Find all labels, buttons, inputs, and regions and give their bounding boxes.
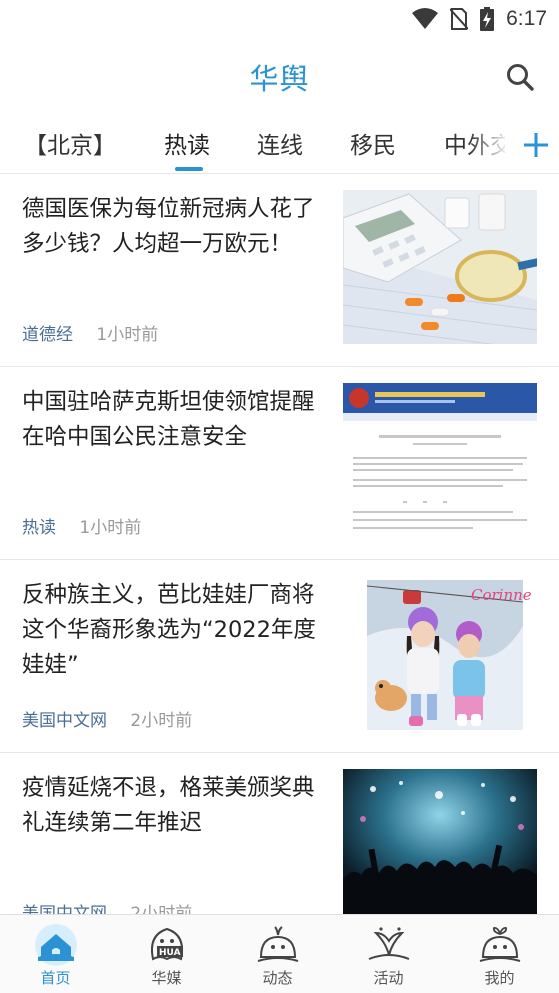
status-bar: 6:17	[0, 0, 559, 40]
tab-connect[interactable]: 连线	[257, 126, 303, 160]
hua-media-icon: HUA	[151, 927, 183, 961]
news-item[interactable]: 疫情延烧不退，格莱美颁奖典礼连续第二年推迟 美国中文网 2小时前	[0, 753, 559, 914]
search-button[interactable]	[505, 62, 535, 92]
nav-hua-media[interactable]: HUA 华媒	[111, 915, 222, 993]
whale-tail-icon	[368, 927, 410, 960]
wifi-icon	[412, 8, 439, 29]
doll-brand-text: Corinne	[471, 586, 532, 604]
news-meta: 道德经 1小时前	[22, 320, 158, 345]
nav-profile[interactable]: 我的	[444, 915, 555, 993]
news-time: 2小时前	[130, 711, 193, 731]
home-icon	[35, 924, 77, 966]
news-thumbnail	[343, 383, 537, 537]
search-icon	[507, 64, 534, 91]
news-item[interactable]: 德国医保为每位新冠病人花了多少钱？人均超一万欧元！ 道德经 1小时前	[0, 174, 559, 367]
battery-charging-icon	[480, 7, 495, 31]
tab-immigration[interactable]: 移民	[350, 126, 396, 160]
no-sim-icon	[450, 8, 469, 30]
news-title: 德国医保为每位新冠病人花了多少钱？人均超一万欧元！	[22, 196, 315, 257]
app-title: 华舆	[249, 62, 310, 96]
nav-events[interactable]: 活动	[333, 915, 444, 993]
nav-label: 首页	[40, 969, 71, 987]
news-feed: 德国医保为每位新冠病人花了多少钱？人均超一万欧元！ 道德经 1小时前 中国驻哈萨…	[0, 174, 559, 914]
nav-home[interactable]: 首页	[0, 915, 111, 993]
nav-label: 我的	[484, 969, 515, 987]
bottom-navigation: 首页 HUA 华媒 动态 活动 我的	[0, 914, 559, 993]
news-meta: 美国中文网 2小时前	[22, 899, 192, 914]
news-thumbnail: Corinne	[343, 576, 537, 730]
tab-fade	[469, 112, 509, 172]
nav-label: 动态	[262, 969, 293, 987]
news-meta: 美国中文网 2小时前	[22, 706, 192, 731]
news-source: 美国中文网	[22, 904, 107, 914]
whale-profile-icon	[479, 926, 521, 962]
tab-beijing[interactable]: 【北京】	[24, 126, 116, 160]
news-thumbnail	[343, 769, 537, 914]
add-tab-button[interactable]	[505, 112, 559, 172]
news-time: 1小时前	[79, 518, 142, 538]
category-tabs: 【北京】 热读 连线 移民 中外交	[0, 112, 559, 174]
plus-icon	[524, 133, 548, 157]
hua-icon-text: HUA	[159, 948, 181, 958]
active-tab-indicator	[175, 167, 203, 171]
news-item[interactable]: 反种族主义，芭比娃娃厂商将这个华裔形象选为“2022年度娃娃” 美国中文网 2小…	[0, 560, 559, 753]
news-thumbnail	[343, 190, 537, 344]
news-title: 反种族主义，芭比娃娃厂商将这个华裔形象选为“2022年度娃娃”	[22, 582, 316, 678]
nav-label: 活动	[373, 969, 404, 987]
tab-hot-read[interactable]: 热读	[164, 126, 210, 160]
news-item[interactable]: 中国驻哈萨克斯坦使领馆提醒在哈中国公民注意安全 热读 1小时前	[0, 367, 559, 560]
whale-feed-icon	[257, 926, 299, 962]
status-icons: 6:17	[412, 6, 547, 32]
news-title: 疫情延烧不退，格莱美颁奖典礼连续第二年推迟	[22, 775, 315, 836]
news-time: 1小时前	[96, 325, 159, 345]
news-time: 2小时前	[130, 904, 193, 914]
news-source: 道德经	[22, 325, 73, 345]
app-header: 华舆	[0, 44, 559, 108]
status-time: 6:17	[506, 7, 547, 30]
nav-label: 华媒	[151, 969, 182, 987]
news-meta: 热读 1小时前	[22, 513, 141, 538]
news-source: 热读	[22, 518, 56, 538]
nav-feed[interactable]: 动态	[222, 915, 333, 993]
news-source: 美国中文网	[22, 711, 107, 731]
news-title: 中国驻哈萨克斯坦使领馆提醒在哈中国公民注意安全	[22, 389, 315, 450]
